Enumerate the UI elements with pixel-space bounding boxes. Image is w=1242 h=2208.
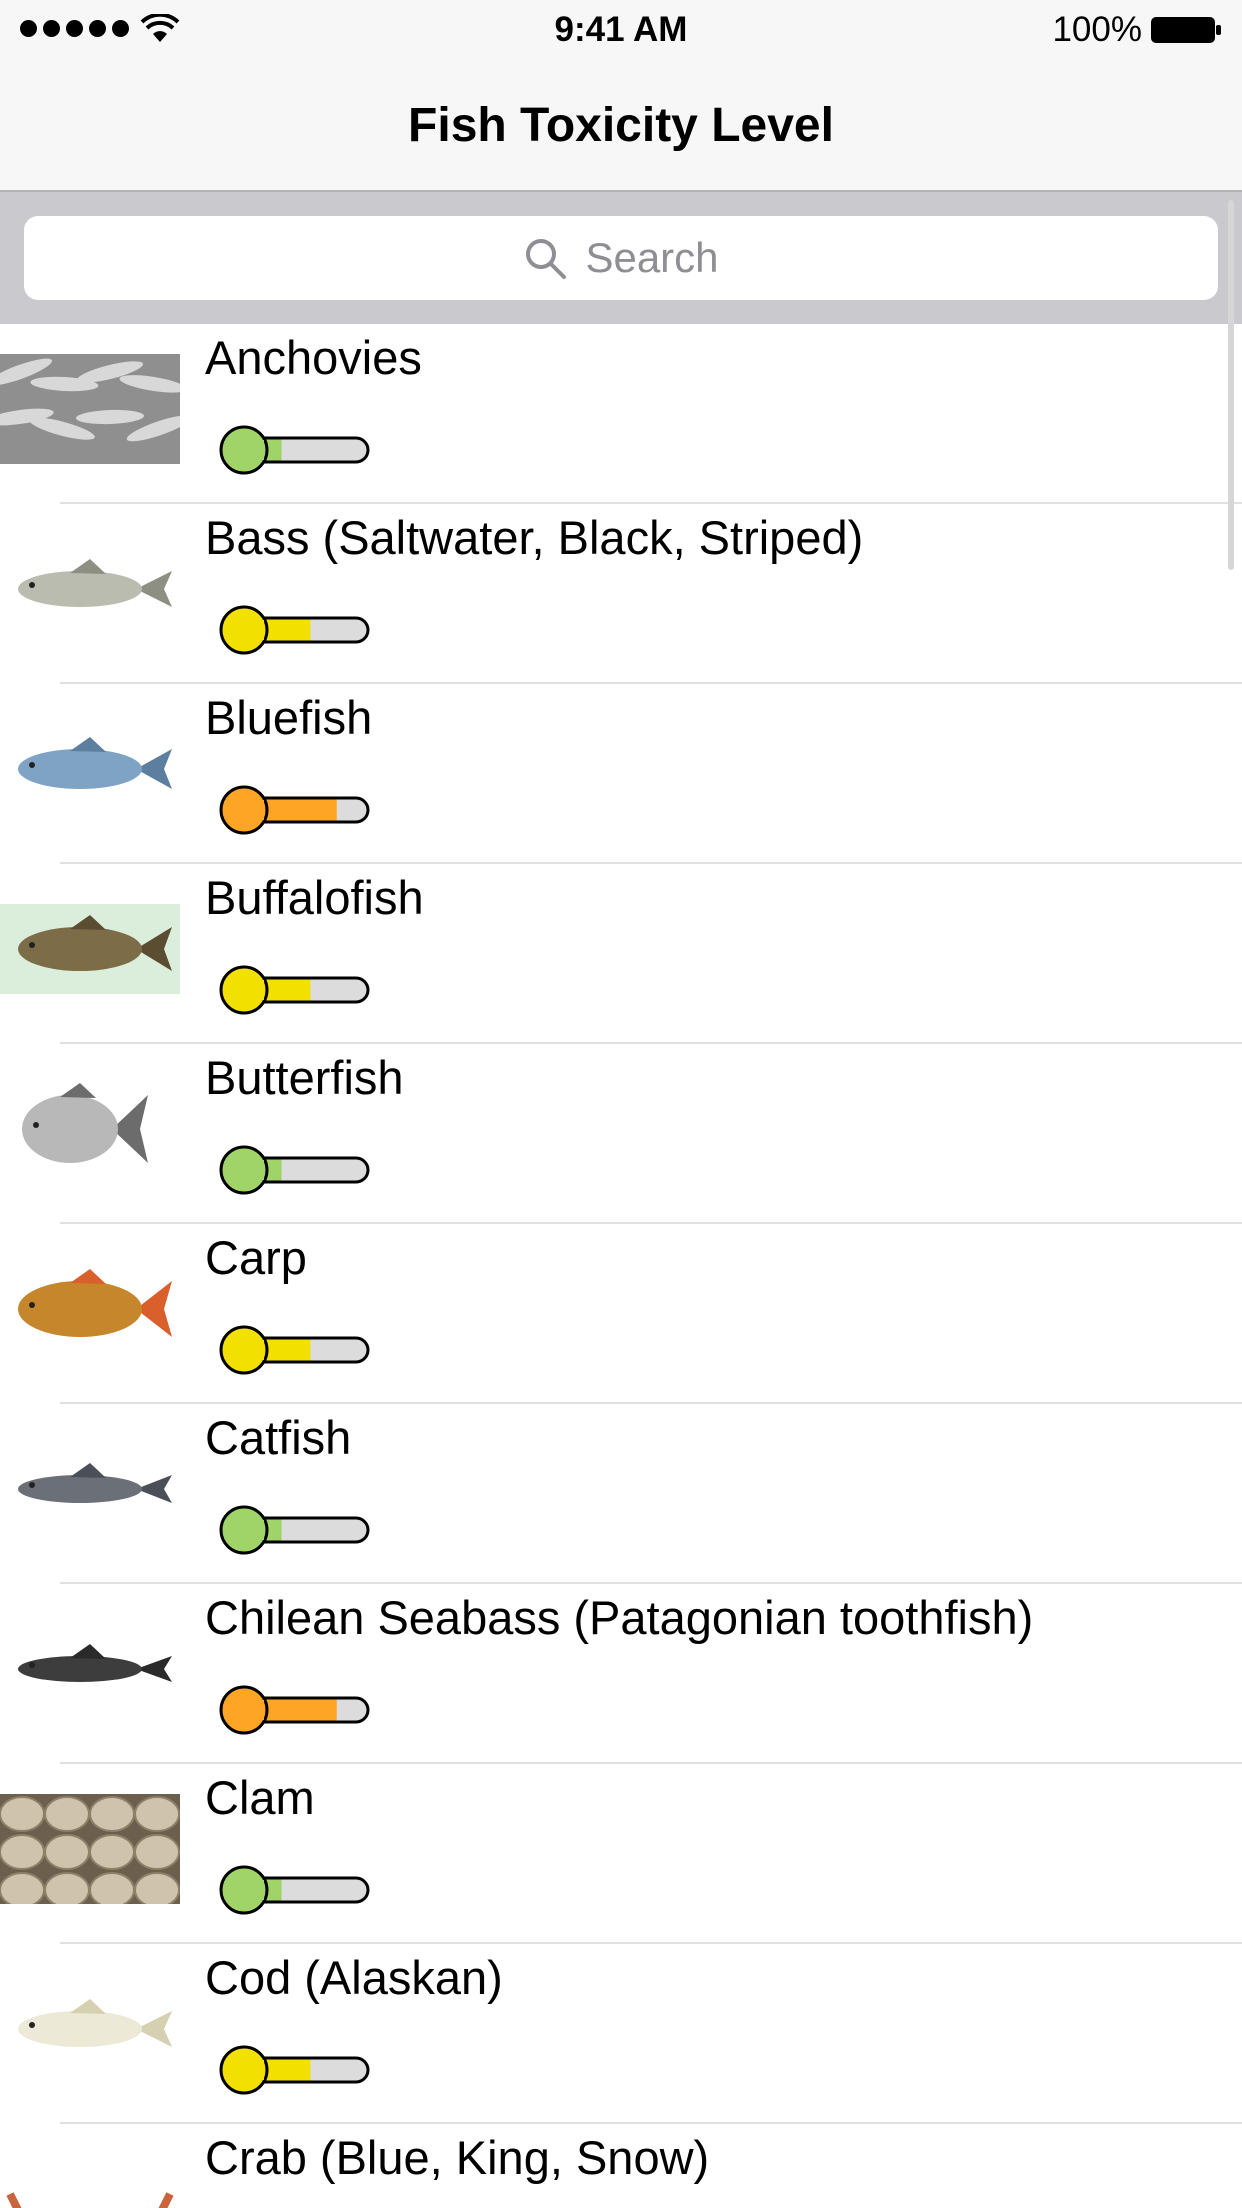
toxicity-meter — [219, 1505, 370, 1555]
fish-thumbnail-image — [18, 1269, 172, 1337]
toxicity-meter — [219, 425, 370, 475]
fish-row[interactable]: Clam — [0, 1764, 1242, 1944]
fish-thumbnail-image — [0, 354, 180, 464]
fish-name: Anchovies — [205, 331, 422, 384]
toxicity-meter — [219, 605, 370, 655]
fish-thumbnail-image — [6, 2192, 174, 2208]
toxicity-meter — [219, 1325, 370, 1375]
fish-row[interactable]: Anchovies — [0, 324, 1242, 504]
fish-row[interactable]: Butterfish — [0, 1044, 1242, 1224]
fish-row[interactable]: Chilean Seabass (Patagonian toothfish) — [0, 1584, 1242, 1764]
fish-thumbnail-image — [0, 904, 180, 994]
status-bar: 9:41 AM 100% — [0, 0, 1242, 60]
scroll-indicator — [1228, 200, 1234, 570]
fish-name: Carp — [205, 1231, 307, 1284]
fish-thumbnail-image — [18, 559, 172, 607]
fish-name: Crab (Blue, King, Snow) — [205, 2131, 710, 2184]
fish-name: Buffalofish — [205, 871, 424, 924]
fish-row[interactable]: Buffalofish — [0, 864, 1242, 1044]
fish-name: Chilean Seabass (Patagonian toothfish) — [205, 1591, 1034, 1644]
fish-name: Butterfish — [205, 1051, 404, 1104]
fish-thumbnail-image — [22, 1083, 148, 1163]
fish-thumbnail-image — [18, 1644, 172, 1682]
fish-row[interactable]: Cod (Alaskan) — [0, 1944, 1242, 2124]
fish-thumbnail-image — [18, 737, 172, 789]
fish-thumbnail-image — [18, 1463, 172, 1503]
toxicity-meter — [219, 965, 370, 1015]
battery-full-icon — [1151, 17, 1221, 43]
fish-row[interactable]: Carp — [0, 1224, 1242, 1404]
toxicity-meter — [219, 1145, 370, 1195]
battery-percent: 100% — [1052, 10, 1142, 49]
navigation-bar: Fish Toxicity Level — [0, 60, 1242, 192]
search-bar: Search — [0, 192, 1242, 324]
search-placeholder: Search — [585, 234, 719, 281]
fish-name: Bluefish — [205, 691, 373, 744]
page-title: Fish Toxicity Level — [408, 99, 834, 152]
search-icon — [526, 239, 567, 279]
fish-row[interactable]: Catfish — [0, 1404, 1242, 1584]
fish-thumbnail-image — [0, 1794, 180, 1904]
search-input[interactable]: Search — [24, 216, 1218, 300]
fish-list[interactable]: Anchovies Bass (Saltwater, Black, Striped… — [0, 324, 1242, 2208]
toxicity-meter — [219, 1865, 370, 1915]
fish-name: Cod (Alaskan) — [205, 1951, 503, 2004]
fish-name: Bass (Saltwater, Black, Striped) — [205, 511, 864, 564]
fish-name: Clam — [205, 1771, 315, 1824]
toxicity-meter — [219, 2045, 370, 2095]
fish-row[interactable]: Bluefish — [0, 684, 1242, 864]
fish-row[interactable]: Bass (Saltwater, Black, Striped) — [0, 504, 1242, 684]
toxicity-meter — [219, 1685, 370, 1735]
fish-row[interactable]: Crab (Blue, King, Snow) — [0, 2124, 1242, 2208]
fish-thumbnail-image — [18, 1999, 172, 2047]
toxicity-meter — [219, 785, 370, 835]
fish-name: Catfish — [205, 1411, 352, 1464]
